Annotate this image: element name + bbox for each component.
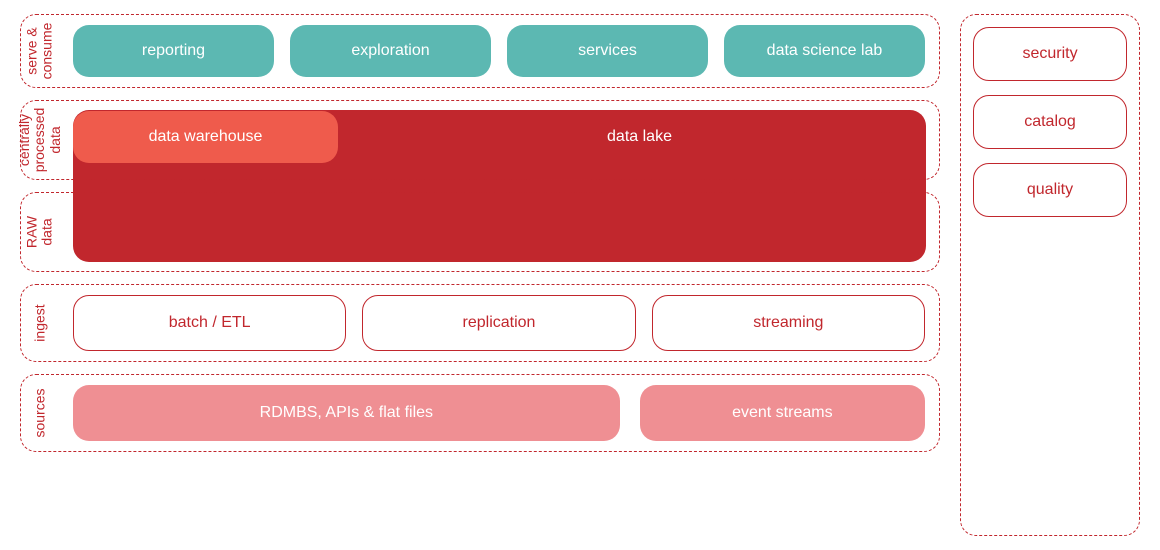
lane-label-ingest: ingest: [32, 278, 47, 368]
pill-data-science-lab: data science lab: [724, 25, 925, 77]
pill-rdbms-apis-files: RDMBS, APIs & flat files: [73, 385, 620, 441]
lane-content-serve: reporting exploration services data scie…: [73, 25, 925, 77]
pill-catalog: catalog: [973, 95, 1127, 149]
pill-replication: replication: [362, 295, 635, 351]
lane-content-sources: RDMBS, APIs & flat files event streams: [73, 385, 925, 441]
lane-ingest: ingest batch / ETL replication streaming: [20, 284, 940, 362]
pill-data-warehouse: data warehouse: [73, 111, 338, 163]
diagram-root: serve & consume reporting exploration se…: [20, 14, 1140, 536]
side-governance-box: security catalog quality: [960, 14, 1140, 536]
pill-event-streams: event streams: [640, 385, 925, 441]
lane-content-ingest: batch / ETL replication streaming: [73, 295, 925, 351]
lane-label-serve: serve & consume: [25, 6, 56, 96]
pill-security: security: [973, 27, 1127, 81]
pill-data-lake-label: data lake: [354, 111, 925, 163]
lane-content-raw: [73, 203, 925, 261]
lane-label-central: centrally processed data: [17, 95, 63, 185]
side-column: security catalog quality: [960, 14, 1140, 536]
side-spacer: [973, 231, 1127, 523]
lane-raw-data: RAW data: [20, 192, 940, 272]
pill-services: services: [507, 25, 708, 77]
main-column: serve & consume reporting exploration se…: [20, 14, 940, 536]
lane-content-central: data warehouse data lake: [73, 111, 925, 169]
lane-sources: sources RDMBS, APIs & flat files event s…: [20, 374, 940, 452]
pill-streaming: streaming: [652, 295, 925, 351]
lane-label-sources: sources: [32, 368, 47, 458]
lane-label-raw: RAW data: [25, 187, 56, 277]
pill-batch-etl: batch / ETL: [73, 295, 346, 351]
lane-centrally-processed: centrally processed data data warehouse …: [20, 100, 940, 180]
pill-quality: quality: [973, 163, 1127, 217]
pill-exploration: exploration: [290, 25, 491, 77]
lane-serve-consume: serve & consume reporting exploration se…: [20, 14, 940, 88]
pill-reporting: reporting: [73, 25, 274, 77]
central-raw-wrapper: centrally processed data data warehouse …: [20, 100, 940, 272]
